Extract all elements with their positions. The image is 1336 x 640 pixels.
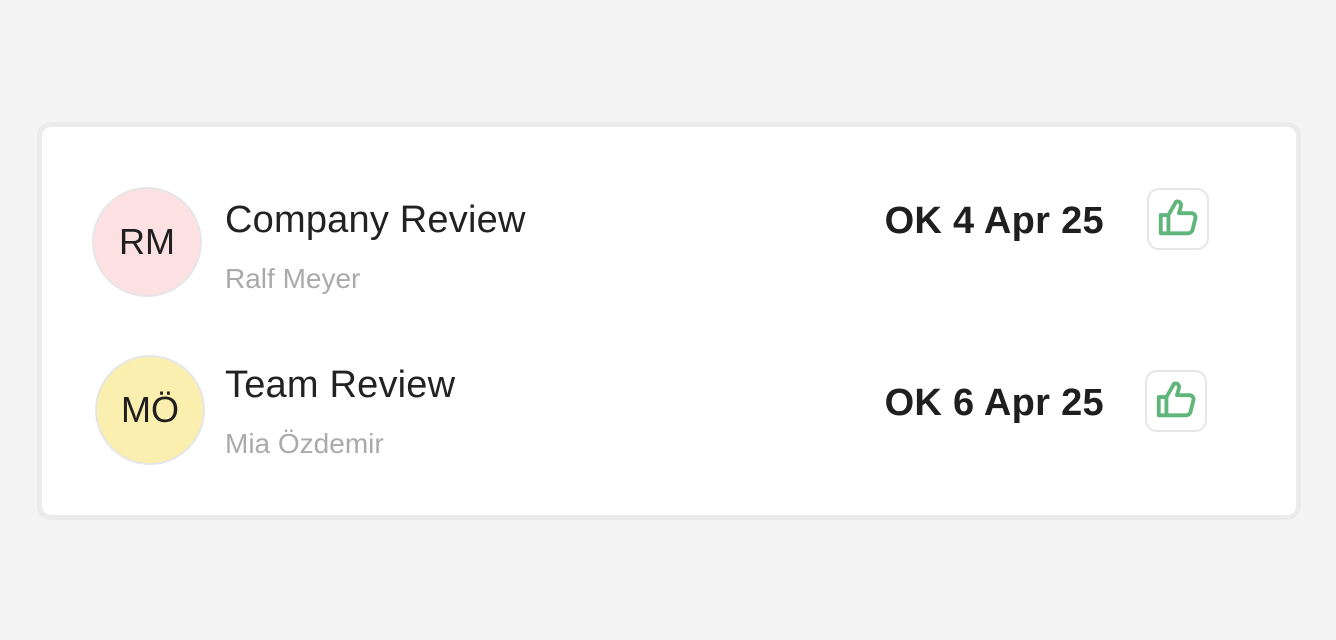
review-title: Team Review (225, 364, 456, 406)
reviewer-name: Mia Özdemir (225, 428, 384, 459)
reviewer-name: Ralf Meyer (225, 263, 361, 294)
list-item[interactable]: RM Company Review Ralf Meyer OK 4 Apr 25 (42, 187, 1296, 307)
avatar: RM (92, 187, 202, 297)
thumbs-up-icon (1155, 194, 1201, 245)
avatar: MÖ (95, 355, 205, 465)
avatar-initials: RM (119, 221, 175, 262)
review-title: Company Review (225, 199, 526, 241)
thumbs-up-icon (1153, 376, 1199, 427)
status-date: OK 6 Apr 25 (884, 382, 1104, 424)
avatar-initials: MÖ (121, 389, 179, 430)
approve-button[interactable] (1145, 370, 1207, 432)
review-list-card: RM Company Review Ralf Meyer OK 4 Apr 25… (37, 122, 1301, 520)
approve-button[interactable] (1147, 188, 1209, 250)
status-date: OK 4 Apr 25 (884, 200, 1104, 242)
list-item[interactable]: MÖ Team Review Mia Özdemir OK 6 Apr 25 (42, 355, 1296, 476)
